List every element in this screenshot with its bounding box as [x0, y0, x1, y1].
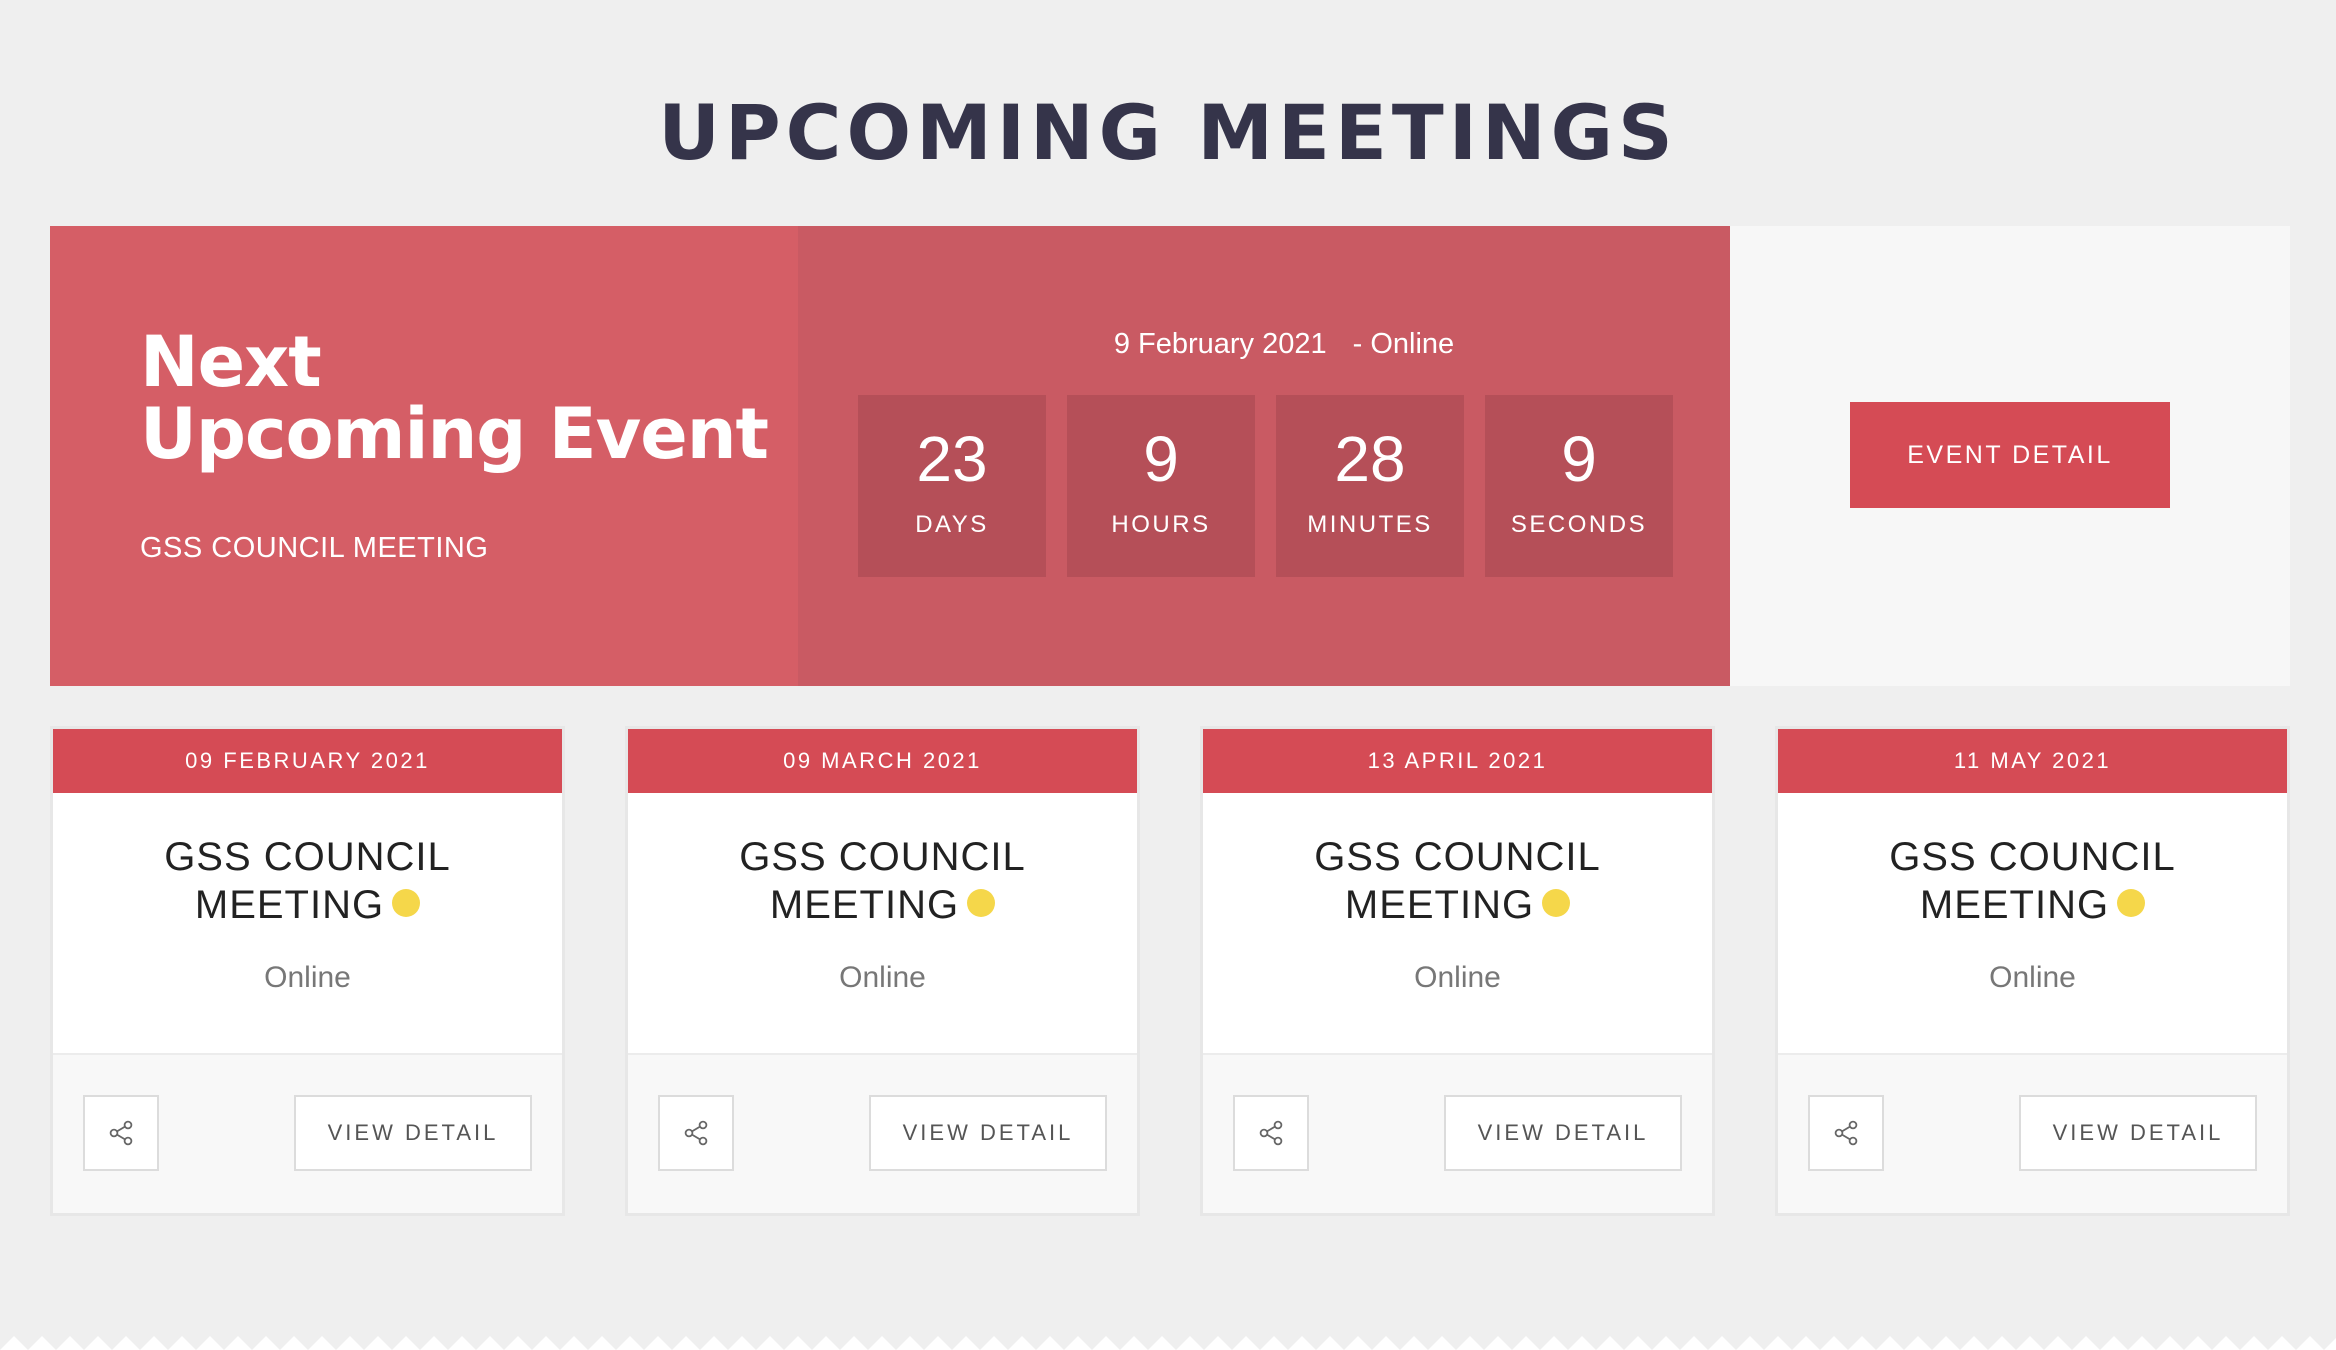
share-icon [1259, 1120, 1283, 1146]
view-detail-button[interactable]: VIEW DETAIL [869, 1095, 1107, 1171]
card-location: Online [264, 961, 351, 994]
zigzag-divider [0, 1336, 2336, 1350]
countdown-label: DAYS [915, 511, 989, 538]
hero-heading-line2: Upcoming Event [140, 393, 769, 475]
countdown-days: 23 DAYS [858, 395, 1046, 577]
share-button[interactable] [83, 1095, 159, 1171]
card-date: 13 APRIL 2021 [1203, 729, 1712, 793]
countdown-value: 28 [1334, 423, 1406, 495]
hero-meta: 9 February 2021 - Online [798, 328, 1730, 361]
share-icon [109, 1120, 133, 1146]
share-icon [1834, 1120, 1858, 1146]
event-detail-button[interactable]: EVENT DETAIL [1850, 402, 2170, 508]
card-title[interactable]: GSS COUNCIL MEETING [703, 833, 1063, 929]
card-location: Online [839, 961, 926, 994]
card-body: GSS COUNCIL MEETING Online [1203, 793, 1712, 1053]
countdown-value: 23 [916, 423, 988, 495]
card-location: Online [1989, 961, 2076, 994]
card-date: 09 MARCH 2021 [628, 729, 1137, 793]
hero-event-name: GSS COUNCIL MEETING [140, 532, 489, 564]
share-button[interactable] [1233, 1095, 1309, 1171]
status-dot-icon [392, 889, 421, 918]
share-button[interactable] [1808, 1095, 1884, 1171]
countdown-label: HOURS [1111, 511, 1211, 538]
hero-heading: Next Upcoming Event [140, 326, 798, 470]
countdown-label: MINUTES [1307, 511, 1433, 538]
countdown-panel: 9 February 2021 - Online 23 DAYS 9 HOURS … [798, 226, 1754, 686]
status-dot-icon [1542, 889, 1571, 918]
card-date: 11 MAY 2021 [1778, 729, 2287, 793]
view-detail-button[interactable]: VIEW DETAIL [294, 1095, 532, 1171]
share-button[interactable] [658, 1095, 734, 1171]
meeting-card: 11 MAY 2021 GSS COUNCIL MEETING Online V… [1775, 726, 2290, 1216]
hero-heading-line1: Next [140, 321, 322, 403]
page-title: UPCOMING MEETINGS [658, 88, 1678, 177]
meeting-cards: 09 FEBRUARY 2021 GSS COUNCIL MEETING Onl… [50, 726, 2290, 1216]
countdown-minutes: 28 MINUTES [1276, 395, 1464, 577]
countdown-value: 9 [1561, 423, 1597, 495]
countdown-seconds: 9 SECONDS [1485, 395, 1673, 577]
card-date: 09 FEBRUARY 2021 [53, 729, 562, 793]
card-location: Online [1414, 961, 1501, 994]
card-title[interactable]: GSS COUNCIL MEETING [1853, 833, 2213, 929]
hero-location: - Online [1352, 328, 1455, 360]
card-body: GSS COUNCIL MEETING Online [53, 793, 562, 1053]
view-detail-button[interactable]: VIEW DETAIL [2019, 1095, 2257, 1171]
hero-intro: Next Upcoming Event GSS COUNCIL MEETING [50, 226, 798, 686]
next-event-banner: Next Upcoming Event GSS COUNCIL MEETING … [50, 226, 2290, 686]
status-dot-icon [2117, 889, 2146, 918]
countdown-timer: 23 DAYS 9 HOURS 28 MINUTES 9 SECONDS [858, 395, 1730, 577]
card-title[interactable]: GSS COUNCIL MEETING [128, 833, 488, 929]
card-footer: VIEW DETAIL [1778, 1053, 2287, 1213]
meeting-card: 09 MARCH 2021 GSS COUNCIL MEETING Online… [625, 726, 1140, 1216]
view-detail-button[interactable]: VIEW DETAIL [1444, 1095, 1682, 1171]
meeting-card: 09 FEBRUARY 2021 GSS COUNCIL MEETING Onl… [50, 726, 565, 1216]
hero-action-panel: EVENT DETAIL [1730, 226, 2290, 686]
card-title[interactable]: GSS COUNCIL MEETING [1278, 833, 1638, 929]
meeting-card: 13 APRIL 2021 GSS COUNCIL MEETING Online… [1200, 726, 1715, 1216]
countdown-label: SECONDS [1510, 511, 1648, 538]
share-icon [684, 1120, 708, 1146]
card-body: GSS COUNCIL MEETING Online [1778, 793, 2287, 1053]
countdown-hours: 9 HOURS [1067, 395, 1255, 577]
card-body: GSS COUNCIL MEETING Online [628, 793, 1137, 1053]
countdown-value: 9 [1143, 423, 1179, 495]
card-footer: VIEW DETAIL [628, 1053, 1137, 1213]
status-dot-icon [967, 889, 996, 918]
card-footer: VIEW DETAIL [1203, 1053, 1712, 1213]
card-footer: VIEW DETAIL [53, 1053, 562, 1213]
hero-date: 9 February 2021 [1113, 328, 1327, 360]
